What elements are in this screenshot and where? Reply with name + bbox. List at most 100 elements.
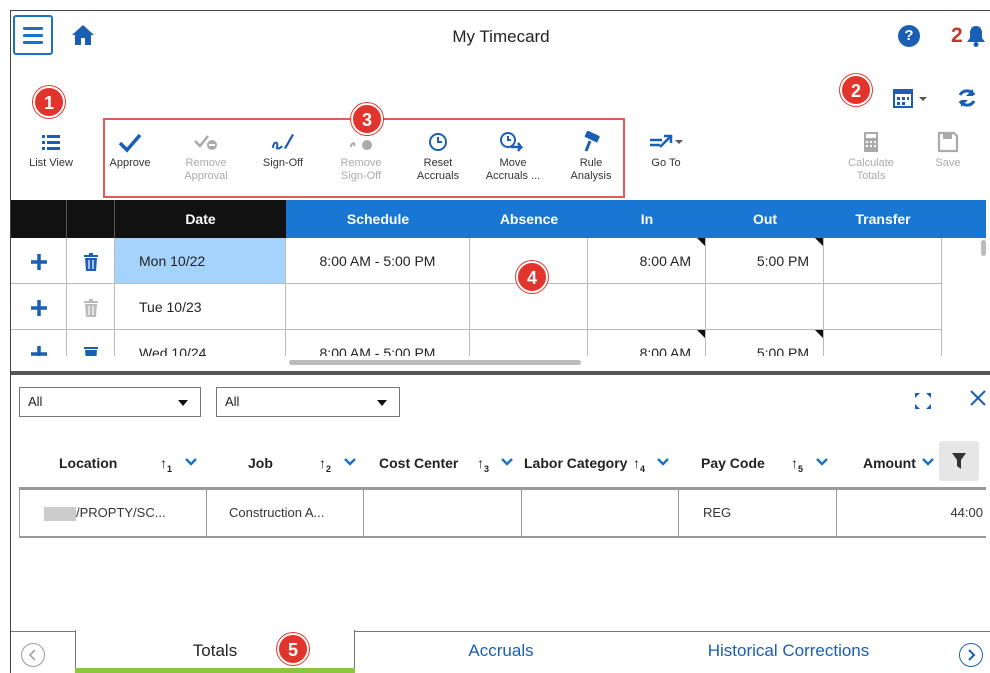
add-row-button[interactable] xyxy=(11,284,67,330)
delete-row-button[interactable] xyxy=(67,238,115,284)
filter-button[interactable] xyxy=(939,441,979,481)
sort-cost-center[interactable]: ↑3 xyxy=(477,455,489,474)
absence-cell[interactable] xyxy=(470,330,588,356)
add-row-button[interactable] xyxy=(11,330,67,356)
funnel-icon xyxy=(952,453,966,469)
cell-comment-marker xyxy=(815,330,823,338)
chevron-down-icon[interactable] xyxy=(344,457,356,467)
in-cell[interactable] xyxy=(588,284,706,330)
col-amount[interactable]: Amount xyxy=(863,455,916,471)
remove-approval-button[interactable]: Remove Approval xyxy=(174,131,238,183)
help-icon[interactable]: ? xyxy=(898,25,920,47)
filter-select-1[interactable]: All xyxy=(19,387,201,417)
callout-2: 2 xyxy=(840,74,872,106)
list-view-label: List View xyxy=(29,157,73,169)
callout-1: 1 xyxy=(33,86,65,118)
out-cell[interactable] xyxy=(706,284,824,330)
cell-comment-marker xyxy=(815,238,823,246)
tab-scroll-left[interactable] xyxy=(21,643,45,667)
chevron-down-icon[interactable] xyxy=(657,457,669,467)
sign-off-button[interactable]: Sign-Off xyxy=(253,131,313,170)
transfer-cell[interactable] xyxy=(824,284,942,330)
date-cell[interactable]: Wed 10/24 xyxy=(115,330,286,356)
schedule-cell[interactable]: 8:00 AM - 5:00 PM xyxy=(286,330,470,356)
filter-select-2[interactable]: All xyxy=(216,387,400,417)
move-accruals-button[interactable]: Move Accruals ... xyxy=(481,131,545,183)
col-labor-category[interactable]: Labor Category xyxy=(524,455,627,471)
sort-pay-code[interactable]: ↑5 xyxy=(791,455,803,474)
chevron-down-icon[interactable] xyxy=(501,457,513,467)
col-location[interactable]: Location xyxy=(59,455,117,471)
col-cost-center[interactable]: Cost Center xyxy=(379,455,458,471)
in-cell[interactable]: 8:00 AM xyxy=(588,238,706,284)
close-icon[interactable] xyxy=(969,389,987,407)
calendar-icon[interactable] xyxy=(892,87,932,109)
save-icon xyxy=(937,131,959,153)
grid-header-transfer[interactable]: Transfer xyxy=(824,200,942,238)
chevron-down-icon[interactable] xyxy=(185,457,197,467)
sort-labor-category[interactable]: ↑4 xyxy=(633,455,645,474)
transfer-cell[interactable] xyxy=(824,238,942,284)
grid-header-absence[interactable]: Absence xyxy=(470,200,588,238)
tab-accruals[interactable]: Accruals xyxy=(421,641,581,661)
amount-cell[interactable]: 44:00 xyxy=(837,490,987,536)
col-pay-code[interactable]: Pay Code xyxy=(701,455,765,471)
rule-analysis-button[interactable]: Rule Analysis xyxy=(563,131,619,183)
trash-icon xyxy=(83,347,98,356)
schedule-cell[interactable] xyxy=(286,284,470,330)
save-button[interactable]: Save xyxy=(928,131,968,170)
remove-sign-off-button[interactable]: Remove Sign-Off xyxy=(329,131,393,183)
chevron-down-icon[interactable] xyxy=(922,457,934,467)
add-row-button[interactable] xyxy=(11,238,67,284)
callout-5: 5 xyxy=(277,633,309,665)
out-cell[interactable]: 5:00 PM xyxy=(706,238,824,284)
delete-row-button[interactable] xyxy=(67,330,115,356)
expand-icon[interactable] xyxy=(914,392,932,410)
go-to-button[interactable]: Go To xyxy=(641,131,691,170)
pay-code-cell[interactable]: REG xyxy=(679,490,837,536)
tab-scroll-right[interactable] xyxy=(959,643,983,667)
out-cell[interactable]: 5:00 PM xyxy=(706,330,824,356)
bell-icon[interactable] xyxy=(966,25,986,47)
labor-category-cell[interactable] xyxy=(522,490,679,536)
grid-header-out[interactable]: Out xyxy=(706,200,824,238)
cell-comment-marker xyxy=(697,330,705,338)
tab-totals[interactable]: Totals xyxy=(75,641,355,661)
chevron-down-icon[interactable] xyxy=(816,457,828,467)
trash-icon xyxy=(83,253,98,272)
location-cell[interactable]: /PROPTY/SC... xyxy=(20,490,207,536)
date-cell[interactable]: Tue 10/23 xyxy=(115,284,286,330)
grid-vertical-scrollbar[interactable] xyxy=(981,240,986,256)
date-cell[interactable]: Mon 10/22 xyxy=(115,238,286,284)
list-view-button[interactable]: List View xyxy=(21,131,81,170)
sort-location[interactable]: ↑1 xyxy=(160,455,172,474)
delete-row-button[interactable] xyxy=(67,284,115,330)
grid-header-in[interactable]: In xyxy=(588,200,706,238)
tab-historical-corrections[interactable]: Historical Corrections xyxy=(681,641,896,661)
approve-button[interactable]: Approve xyxy=(105,131,155,170)
grid-header-date[interactable]: Date xyxy=(115,200,286,238)
callout-3: 3 xyxy=(351,103,383,135)
grid-header-extra xyxy=(942,200,986,238)
job-cell[interactable]: Construction A... xyxy=(207,490,364,536)
sort-job[interactable]: ↑2 xyxy=(319,455,331,474)
grid-header-schedule[interactable]: Schedule xyxy=(286,200,470,238)
refresh-icon[interactable] xyxy=(956,87,978,109)
col-job[interactable]: Job xyxy=(248,455,273,471)
sort-index: 5 xyxy=(798,463,804,474)
filter-select-1-value: All xyxy=(28,394,43,409)
in-cell[interactable]: 8:00 AM xyxy=(588,330,706,356)
rule-analysis-label-2: Analysis xyxy=(570,170,612,182)
notification-count[interactable]: 2 xyxy=(951,24,963,48)
transfer-cell[interactable] xyxy=(824,330,942,356)
reset-accruals-button[interactable]: Reset Accruals xyxy=(408,131,468,183)
grid-horizontal-scrollbar[interactable] xyxy=(289,360,581,365)
go-to-arrow-icon xyxy=(650,134,683,148)
calculate-totals-button[interactable]: Calculate Totals xyxy=(841,131,901,183)
calculate-totals-label-1: Calculate xyxy=(848,157,894,169)
schedule-cell[interactable]: 8:00 AM - 5:00 PM xyxy=(286,238,470,284)
cost-center-cell[interactable] xyxy=(364,490,522,536)
table-row[interactable]: /PROPTY/SC... Construction A... REG 44:0… xyxy=(19,487,986,538)
panel-divider[interactable] xyxy=(11,371,990,375)
clock-arrow-icon xyxy=(500,132,524,152)
